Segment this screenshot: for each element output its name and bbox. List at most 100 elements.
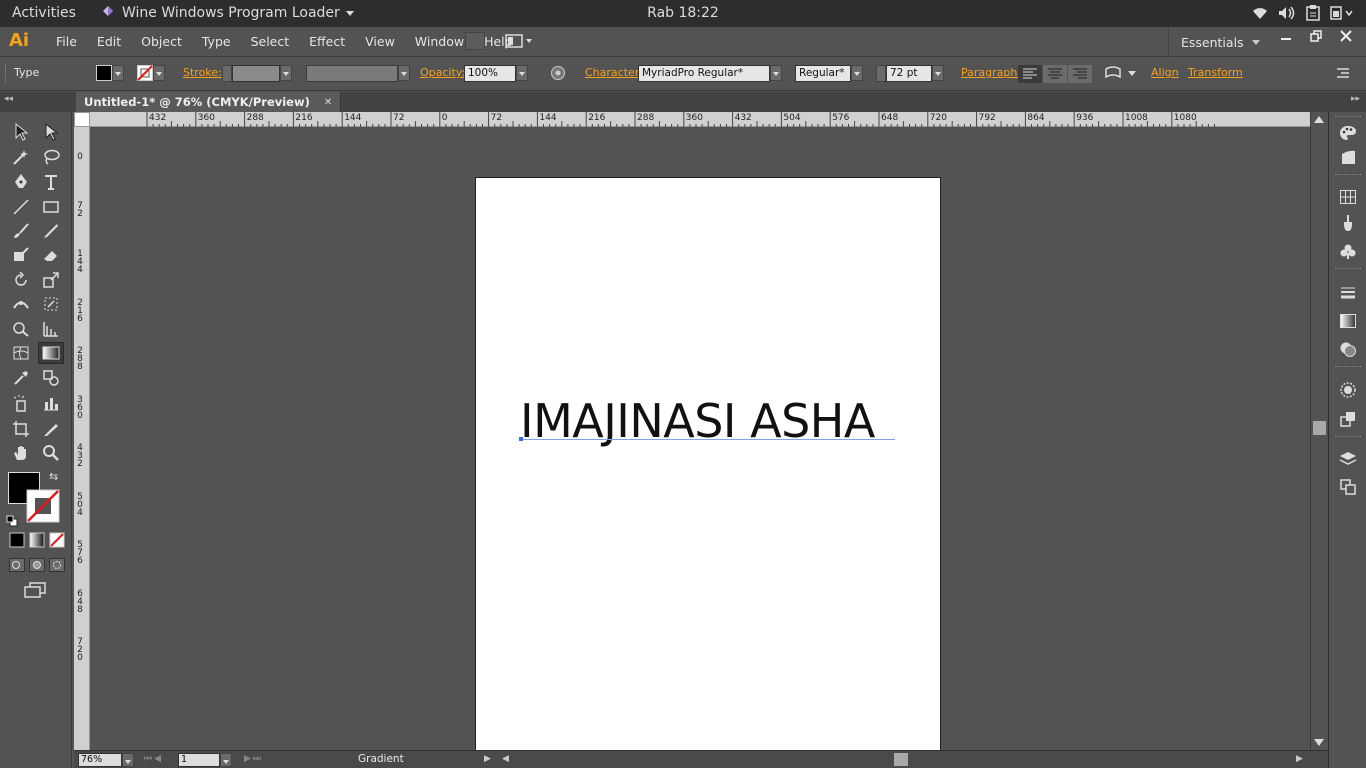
ruler-origin[interactable] <box>74 112 90 127</box>
slice-tool-icon[interactable] <box>40 418 62 440</box>
stroke-color-swatch[interactable] <box>26 489 60 523</box>
width-tool-icon[interactable] <box>10 293 32 315</box>
stroke-dropdown[interactable] <box>153 65 165 81</box>
gradient-panel-icon[interactable] <box>1337 310 1359 332</box>
rotate-tool-icon[interactable] <box>10 269 32 291</box>
appearance-panel-icon[interactable] <box>1337 379 1359 401</box>
scroll-down-icon[interactable] <box>1314 739 1324 746</box>
menu-edit[interactable]: Edit <box>87 34 131 49</box>
variable-width-control[interactable] <box>306 65 410 82</box>
font-style-dropdown[interactable] <box>851 65 863 81</box>
control-bar-menu-button[interactable] <box>1336 67 1350 82</box>
blend-tool-icon[interactable] <box>40 367 62 389</box>
shape-builder-tool-icon[interactable] <box>10 318 32 340</box>
close-tab-icon[interactable]: ✕ <box>324 97 332 108</box>
variable-width-field[interactable] <box>306 65 398 82</box>
opacity-field[interactable]: 100% <box>464 65 516 82</box>
swap-colors-icon[interactable]: ⇆ <box>49 470 58 483</box>
eraser-tool-icon[interactable] <box>40 244 62 266</box>
font-size-stepper[interactable] <box>876 65 886 82</box>
collapse-tools-icon[interactable]: ◂◂ <box>4 94 13 104</box>
stroke-weight-field[interactable] <box>232 65 280 82</box>
transform-panel-link[interactable]: Transform <box>1188 66 1243 79</box>
horizontal-scroll-thumb[interactable] <box>894 753 908 766</box>
font-family-control[interactable]: MyriadPro Regular* <box>638 65 782 82</box>
draw-inside-icon[interactable] <box>49 557 65 576</box>
stroke-color-control[interactable] <box>137 65 165 81</box>
stroke-weight-control[interactable] <box>222 65 292 82</box>
swatches-panel-icon[interactable] <box>1337 186 1359 208</box>
fill-color-control[interactable] <box>96 65 124 81</box>
scale-tool-icon[interactable] <box>40 269 62 291</box>
mesh-tool-icon[interactable] <box>10 342 32 364</box>
artboards-panel-icon[interactable] <box>1337 476 1359 498</box>
close-icon[interactable] <box>1340 30 1352 42</box>
minimize-icon[interactable] <box>1280 30 1292 42</box>
lasso-tool-icon[interactable] <box>40 146 62 168</box>
variable-width-dropdown[interactable] <box>398 65 410 81</box>
stroke-panel-link[interactable]: Stroke: <box>183 66 222 79</box>
paintbrush-tool-icon[interactable] <box>10 220 32 242</box>
opacity-control[interactable]: 100% <box>464 65 528 82</box>
column-graph-tool-icon[interactable] <box>40 392 62 414</box>
zoom-field[interactable]: 76% <box>78 753 122 767</box>
menu-object[interactable]: Object <box>131 34 192 49</box>
paragraph-panel-link[interactable]: Paragraph: <box>961 66 1021 79</box>
no-stroke-swatch-icon[interactable] <box>137 65 153 81</box>
fill-swatch[interactable] <box>96 65 112 81</box>
align-panel-link[interactable]: Align <box>1151 66 1179 79</box>
font-family-dropdown[interactable] <box>770 65 782 81</box>
zoom-tool-icon[interactable] <box>40 442 62 464</box>
pasteboard[interactable]: IMAJINASI ASHA <box>90 127 1310 750</box>
document-tab[interactable]: Untitled-1* @ 76% (CMYK/Preview) ✕ <box>76 92 342 112</box>
eyedropper-tool-icon[interactable] <box>10 367 32 389</box>
font-size-field[interactable]: 72 pt <box>886 65 932 82</box>
vertical-scrollbar[interactable] <box>1310 112 1326 750</box>
control-bar-grip[interactable] <box>5 64 7 84</box>
brushes-panel-icon[interactable] <box>1337 212 1359 234</box>
arrange-documents-button[interactable] <box>505 33 535 49</box>
font-style-field[interactable]: Regular* <box>795 65 851 82</box>
expand-panels-icon[interactable]: ▸▸ <box>1351 94 1360 104</box>
layers-panel-icon[interactable] <box>1337 448 1359 470</box>
menu-type[interactable]: Type <box>192 34 241 49</box>
document-canvas[interactable]: 432 360 288 216 144 72 0 72 144 216 288 360 432 504 57… <box>74 112 1310 750</box>
magic-wand-tool-icon[interactable] <box>10 146 32 168</box>
selection-tool-icon[interactable] <box>10 121 32 143</box>
stroke-weight-stepper[interactable] <box>222 65 232 82</box>
draw-normal-icon[interactable] <box>9 557 25 576</box>
character-panel-link[interactable]: Character: <box>585 66 643 79</box>
pencil-tool-icon[interactable] <box>40 220 62 242</box>
perspective-grid-tool-icon[interactable] <box>40 318 62 340</box>
zoom-dropdown[interactable] <box>122 753 134 767</box>
fill-dropdown[interactable] <box>112 65 124 81</box>
gradient-mode-icon[interactable] <box>29 532 45 552</box>
dock-grip[interactable] <box>1335 116 1361 119</box>
artboard[interactable]: IMAJINASI ASHA <box>475 177 941 750</box>
stroke-weight-dropdown[interactable] <box>280 65 292 81</box>
system-tray[interactable] <box>1252 5 1354 21</box>
none-mode-icon[interactable] <box>49 532 65 552</box>
pen-tool-icon[interactable] <box>10 171 32 193</box>
scroll-right-icon[interactable]: ▶ <box>1296 754 1303 764</box>
direct-selection-tool-icon[interactable] <box>40 121 62 143</box>
bridge-button[interactable] <box>465 32 485 50</box>
artboard-tool-icon[interactable] <box>10 418 32 440</box>
transparency-panel-icon[interactable] <box>1337 338 1359 360</box>
menu-view[interactable]: View <box>355 34 405 49</box>
artboard-navigator[interactable]: 1 <box>178 753 232 767</box>
vertical-scroll-thumb[interactable] <box>1313 421 1326 435</box>
blob-brush-tool-icon[interactable] <box>10 244 32 266</box>
free-transform-tool-icon[interactable] <box>40 293 62 315</box>
graphic-styles-panel-icon[interactable] <box>1337 408 1359 430</box>
artboard-number-field[interactable]: 1 <box>178 753 220 767</box>
vertical-ruler[interactable]: 0 72 144 216 288 360 432 504 576 648 720 <box>74 127 90 750</box>
draw-behind-icon[interactable] <box>29 557 45 576</box>
menu-effect[interactable]: Effect <box>299 34 355 49</box>
color-mode-icon[interactable] <box>9 532 25 552</box>
font-size-control[interactable]: 72 pt <box>876 65 944 82</box>
text-anchor-point[interactable] <box>519 437 523 441</box>
envelope-warp-control[interactable] <box>1104 65 1136 81</box>
align-right-icon[interactable] <box>1068 65 1092 83</box>
align-left-icon[interactable] <box>1018 65 1042 83</box>
